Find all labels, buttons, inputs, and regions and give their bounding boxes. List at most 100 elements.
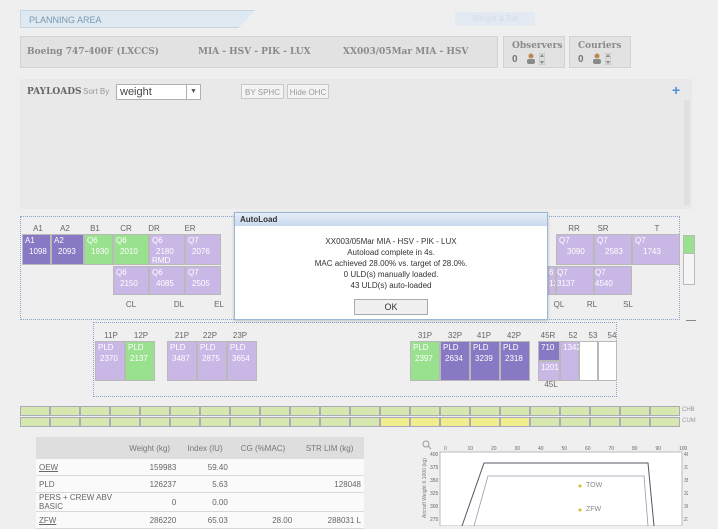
uld-cell-54[interactable] [598, 341, 617, 381]
uld-weight: 3090 [567, 247, 585, 256]
uld-cell-45r[interactable]: 710 [538, 341, 560, 361]
uld-weight: 2137 [130, 354, 148, 363]
deck-position-label: T [654, 224, 660, 233]
uld-cell-32p[interactable]: PLD 2634 [440, 341, 470, 381]
y-tick-label: 325 [684, 491, 688, 497]
couriers-label: Couriers [578, 41, 622, 51]
uld-cell-ql[interactable]: 6125 [548, 266, 556, 295]
add-payload-icon[interactable]: + [672, 82, 680, 98]
spinner-icon[interactable] [539, 53, 545, 65]
uld-type: Q7 [595, 268, 606, 277]
uld-cell-45l[interactable]: 1201 [538, 361, 560, 381]
uld-weight: 1930 [91, 247, 109, 256]
y-tick-label: 400 [430, 452, 439, 458]
uld-cell-52[interactable]: 1342 [560, 341, 581, 381]
strip-cell-chb [140, 406, 170, 416]
tab-planning-area[interactable]: PLANNING AREA [20, 10, 255, 28]
person-icon [527, 53, 535, 64]
uld-weight: 2093 [58, 247, 76, 256]
divider [686, 320, 696, 321]
uld-cell-er[interactable]: Q7 2076 [185, 234, 221, 265]
observers-box[interactable]: Observers 0 [503, 36, 565, 68]
uld-position-label: 32P [447, 331, 463, 340]
chb-label: CHB [682, 407, 695, 413]
uld-cell-23p[interactable]: PLD 3654 [227, 341, 257, 381]
strip-cell-chb [590, 406, 620, 416]
y-tick-label: 275 [430, 517, 439, 523]
uld-cell-cr[interactable]: Q6 2010 [113, 234, 149, 265]
zfw-point [578, 508, 582, 512]
uld-cell-dr[interactable]: Q6 2180 RMD [149, 234, 185, 265]
table-header-cell [36, 437, 120, 459]
zfw-label: ZFW [586, 506, 602, 513]
uld-cell-sl[interactable]: Q7 4540 [594, 266, 632, 295]
payloads-scrollbar[interactable] [684, 100, 690, 205]
strip-cell-cum [440, 417, 470, 427]
dialog-line: XX003/05Mar MIA - HSV - PIK - LUX [325, 237, 457, 246]
deck-position-label: DR [148, 224, 160, 233]
deck-side-cell[interactable] [683, 235, 695, 254]
uld-cell-dl[interactable]: Q6 4085 [149, 266, 185, 295]
uld-cell-t[interactable]: Q7 1743 [632, 234, 680, 265]
hide-ohc-button[interactable]: Hide OHC [287, 84, 329, 99]
x-tick-label: 80 [632, 446, 638, 452]
uld-cell-53[interactable] [579, 341, 598, 381]
strip-cell-chb [380, 406, 410, 416]
deck-position-label: SR [597, 224, 609, 233]
cg-envelope-chart: 0102030405060708090100 40040037537535035… [422, 440, 688, 526]
uld-cell-a2[interactable]: A2 2093 [51, 234, 84, 265]
ok-button[interactable]: OK [354, 299, 428, 315]
deck-side-cell[interactable] [683, 253, 695, 285]
uld-cell-el[interactable]: Q7 2505 [185, 266, 221, 295]
couriers-box[interactable]: Couriers 0 [569, 36, 631, 68]
strip-cell-chb [560, 406, 590, 416]
uld-cell-12p[interactable]: PLD 2137 [125, 341, 155, 381]
strip-cell-cum [200, 417, 230, 427]
table-cell: 5.63 [179, 475, 231, 493]
uld-cell-rl[interactable]: Q7 3137 [556, 266, 594, 295]
sort-select[interactable]: weight ▼ [116, 84, 201, 100]
strip-cell-chb [290, 406, 320, 416]
y-tick-label: 375 [430, 465, 439, 471]
uld-cell-22p[interactable]: PLD 2875 [197, 341, 227, 381]
strip-cell-cum [620, 417, 650, 427]
uld-cell-sr[interactable]: Q7 2583 [594, 234, 632, 265]
uld-weight: 2150 [120, 279, 138, 288]
table-header-cell: STR LIM (kg) [295, 437, 364, 459]
uld-cell-11p[interactable]: PLD 2370 [95, 341, 125, 381]
by-sphc-button[interactable]: BY SPHC [241, 84, 284, 99]
strip-cell-cum [170, 417, 200, 427]
x-tick-label: 90 [656, 446, 662, 452]
uld-cell-a1[interactable]: A1 1098 [22, 234, 51, 265]
uld-weight: 2076 [192, 247, 210, 256]
y-tick-label: 400 [684, 452, 688, 458]
y-tick-label: 350 [430, 478, 439, 484]
tab-weight-balance[interactable]: Weight & Bal [455, 12, 535, 26]
uld-weight: 2318 [505, 354, 523, 363]
table-row: PLD 126237 5.63 128048 [36, 475, 364, 493]
table-cell: 59.40 [179, 459, 231, 476]
table-row: PERS + CREW ABV BASIC 0 0.00 [36, 492, 364, 512]
tow-point [578, 484, 582, 488]
y-tick-label: 350 [684, 478, 688, 484]
uld-cell-rr[interactable]: Q7 3090 [556, 234, 594, 265]
uld-cell-41p[interactable]: PLD 3239 [470, 341, 500, 381]
uld-type: PLD [443, 343, 459, 352]
dialog-line: Autoload complete in 4s. [347, 248, 435, 257]
dialog-title: AutoLoad [235, 213, 547, 226]
strip-cell-cum [260, 417, 290, 427]
uld-position-label: 42P [506, 331, 522, 340]
row-label-pers-crew: PERS + CREW ABV BASIC [36, 492, 120, 512]
spinner-icon[interactable] [605, 53, 611, 65]
uld-cell-cl[interactable]: Q6 2150 [113, 266, 149, 295]
uld-type: PLD [413, 343, 429, 352]
uld-cell-42p[interactable]: PLD 2318 [500, 341, 530, 381]
uld-cell-31p[interactable]: PLD 2397 [410, 341, 440, 381]
uld-cell-b1[interactable]: Q6 1930 [84, 234, 113, 265]
uld-cell-21p[interactable]: PLD 3487 [167, 341, 197, 381]
strip-cell-chb [320, 406, 350, 416]
x-tick-label: 0 [444, 446, 447, 452]
row-label-oew[interactable]: OEW [36, 459, 120, 476]
strip-cell-cum [290, 417, 320, 427]
strip-cell-cum [470, 417, 500, 427]
